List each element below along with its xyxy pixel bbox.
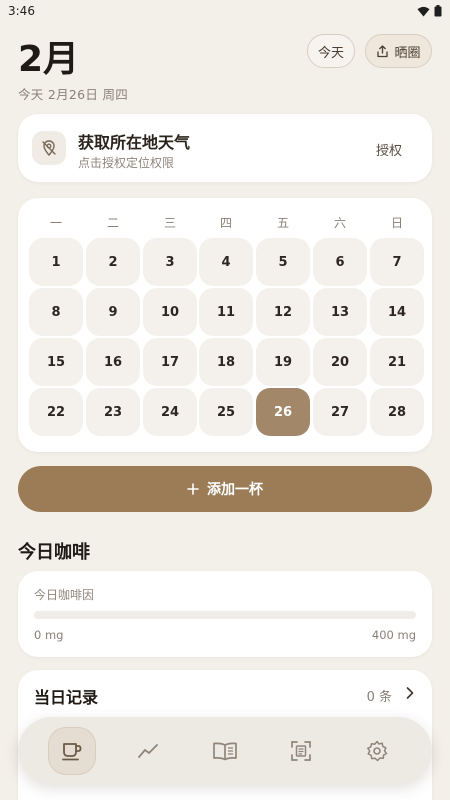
scan-icon: [291, 741, 311, 761]
calendar-day[interactable]: 7: [370, 238, 424, 286]
calendar-day[interactable]: 16: [86, 338, 140, 386]
share-button[interactable]: 晒圈: [365, 34, 432, 68]
calendar-day[interactable]: 10: [143, 288, 197, 336]
caffeine-card: 今日咖啡因 0 mg 400 mg: [18, 571, 432, 657]
calendar-day[interactable]: 13: [313, 288, 367, 336]
calendar-day[interactable]: 4: [199, 238, 253, 286]
plus-icon: [187, 483, 199, 495]
weather-subtitle: 点击授权定位权限: [78, 156, 175, 170]
nav-book[interactable]: [201, 727, 249, 775]
calendar-day[interactable]: 23: [86, 388, 140, 436]
calendar-day[interactable]: 19: [256, 338, 310, 386]
chevron-right-icon: [406, 687, 414, 699]
calendar-day[interactable]: 1: [29, 238, 83, 286]
weekday-header: 四: [219, 216, 232, 230]
header: 2月 今天 2月26日 周四 今天 晒圈: [18, 30, 432, 102]
weather-title: 获取所在地天气: [78, 133, 191, 152]
calendar-day[interactable]: 11: [199, 288, 253, 336]
settings-icon: [367, 740, 388, 762]
calendar-day[interactable]: 20: [313, 338, 367, 386]
calendar-day[interactable]: 28: [370, 388, 424, 436]
calendar-day[interactable]: 18: [199, 338, 253, 386]
calendar-day[interactable]: 8: [29, 288, 83, 336]
nav-trend[interactable]: [124, 727, 172, 775]
section-title-today-coffee: 今日咖啡: [18, 542, 90, 563]
calendar-day[interactable]: 17: [143, 338, 197, 386]
today-button-label: 今天: [317, 45, 344, 61]
cup-icon: [62, 743, 82, 761]
status-time: 3:46: [8, 4, 35, 18]
calendar-day[interactable]: 2: [86, 238, 140, 286]
records-count: 0 条: [366, 690, 392, 705]
weekday-header: 日: [390, 216, 403, 230]
calendar-day[interactable]: 12: [256, 288, 310, 336]
calendar-day[interactable]: 14: [370, 288, 424, 336]
calendar-day[interactable]: 3: [143, 238, 197, 286]
caffeine-progress-bar: [34, 611, 416, 619]
add-cup-button[interactable]: 添加一杯: [18, 466, 432, 512]
calendar-day[interactable]: 27: [313, 388, 367, 436]
weekday-header: 六: [333, 216, 346, 230]
share-button-label: 晒圈: [394, 45, 421, 61]
nav-cup[interactable]: [48, 727, 96, 775]
nav-scan[interactable]: [277, 727, 325, 775]
caffeine-min-label: 0 mg: [34, 628, 64, 642]
bottom-nav: [18, 717, 432, 785]
battery-icon: [434, 5, 442, 17]
calendar-day[interactable]: 22: [29, 388, 83, 436]
calendar-day[interactable]: 9: [86, 288, 140, 336]
wifi-icon: [417, 6, 430, 16]
calendar-day[interactable]: 21: [370, 338, 424, 386]
weekday-header: 三: [163, 216, 176, 230]
calendar-day-selected[interactable]: 26: [256, 388, 310, 436]
calendar-day[interactable]: 15: [29, 338, 83, 386]
authorize-button[interactable]: 授权: [376, 140, 402, 159]
share-icon: [377, 44, 389, 57]
today-button[interactable]: 今天: [307, 34, 355, 68]
records-title: 当日记录: [34, 688, 99, 707]
status-icons: [417, 5, 442, 17]
book-icon: [213, 742, 237, 761]
location-off-icon: [32, 131, 66, 165]
month-title: 2月: [18, 39, 80, 80]
calendar-day[interactable]: 5: [256, 238, 310, 286]
calendar-card: 一二三四五六日 1 2 3 4 5 6 7 8 9 10 11 12 13 14 15 16 17 18 19 20 21…: [18, 198, 432, 452]
caffeine-max-label: 400 mg: [371, 628, 416, 642]
calendar-day[interactable]: 24: [143, 388, 197, 436]
weekday-header: 二: [106, 216, 119, 230]
nav-settings[interactable]: [353, 727, 401, 775]
weekday-header: 一: [49, 216, 62, 230]
calendar-day[interactable]: 25: [199, 388, 253, 436]
trend-icon: [138, 744, 158, 758]
weather-card[interactable]: 获取所在地天气 点击授权定位权限 授权: [18, 114, 432, 182]
calendar-day[interactable]: 6: [313, 238, 367, 286]
weekday-header: 五: [276, 216, 289, 230]
caffeine-label: 今日咖啡因: [34, 588, 95, 602]
add-cup-label: 添加一杯: [207, 482, 263, 498]
date-subtitle: 今天 2月26日 周四: [18, 87, 129, 102]
status-bar: 3:46: [0, 0, 450, 22]
